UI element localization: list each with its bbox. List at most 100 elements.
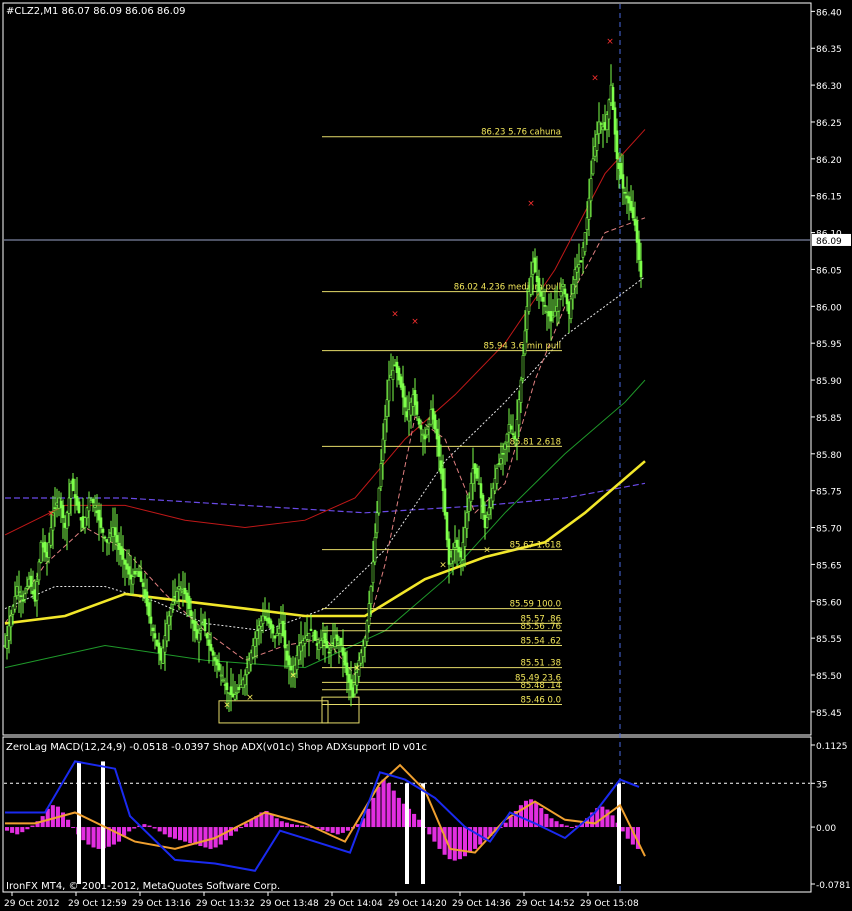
- price-bar-body: [67, 497, 71, 514]
- price-bar-body: [169, 608, 173, 617]
- price-bar-body: [103, 536, 107, 539]
- price-bar-body: [325, 640, 329, 649]
- price-bar-body: [183, 587, 187, 595]
- price-bar-body: [433, 414, 437, 430]
- price-bar-body: [21, 599, 25, 602]
- price-bar-body: [69, 482, 73, 499]
- price-bar-body: [637, 239, 641, 260]
- price-bar-body: [579, 260, 583, 263]
- price-bar-body: [255, 630, 259, 639]
- price-bar-body: [577, 264, 581, 269]
- price-bar-body: [529, 276, 533, 295]
- price-bar-body: [509, 425, 513, 430]
- price-bar-body: [499, 458, 503, 465]
- price-bar-body: [151, 627, 155, 632]
- price-bar-body: [161, 647, 165, 664]
- macd-tick-label: 0.00: [816, 824, 836, 834]
- price-bar-body: [195, 629, 199, 639]
- time-tick-label: 29 Oct 12:59: [68, 899, 127, 909]
- price-bar-body: [523, 330, 527, 355]
- price-bar-body: [445, 512, 449, 541]
- price-bar-body: [125, 563, 129, 570]
- low-zone-box: [218, 700, 329, 724]
- price-bar-body: [139, 571, 143, 582]
- price-bar-body: [137, 571, 141, 577]
- price-bar-body: [403, 397, 407, 408]
- price-bar-body: [107, 537, 111, 544]
- fib-level-label: 86.23 5.76 cahuna: [481, 128, 561, 138]
- price-bar-body: [73, 494, 77, 499]
- price-bar-body: [415, 401, 419, 415]
- price-bar-body: [455, 539, 459, 548]
- price-tick-label: 85.90: [816, 377, 842, 387]
- price-bar-body: [383, 419, 387, 441]
- price-bar-body: [271, 625, 275, 634]
- price-bar-body: [511, 433, 515, 435]
- price-bar-body: [153, 633, 157, 639]
- price-bar-body: [635, 220, 639, 243]
- copyright-footer: IronFX MT4, © 2001-2012, MetaQuotes Soft…: [6, 881, 280, 892]
- macd-histogram-bar: [284, 822, 289, 828]
- macd-histogram-bar: [5, 827, 10, 831]
- price-bar-body: [127, 566, 131, 575]
- price-bar-body: [221, 679, 225, 682]
- price-bar-body: [131, 576, 135, 585]
- price-bar-body: [313, 629, 317, 641]
- price-bar-body: [417, 418, 421, 425]
- macd-histogram-bar: [508, 816, 513, 828]
- price-bar-body: [501, 453, 505, 455]
- red-moving-average: [4, 129, 646, 536]
- macd-histogram-bar: [96, 827, 101, 849]
- price-bar-body: [223, 684, 227, 686]
- adx-signal-bar: [101, 761, 105, 884]
- macd-histogram-bar: [91, 827, 96, 848]
- price-bar-body: [559, 291, 563, 297]
- price-bar-body: [611, 87, 615, 110]
- time-tick-label: 29 Oct 14:36: [452, 899, 511, 909]
- price-bar-body: [81, 516, 85, 528]
- macd-histogram-bar: [142, 824, 147, 828]
- price-bar-body: [9, 615, 13, 628]
- red-x-marker: ×: [591, 74, 599, 84]
- macd-histogram-bar: [15, 827, 20, 835]
- price-bar-body: [209, 643, 213, 651]
- price-tick-label: 85.75: [816, 488, 842, 498]
- time-axis: 29 Oct 2012 29 Oct 12:59 29 Oct 13:16 29 Oc…: [4, 892, 639, 909]
- macd-histogram-bar: [86, 827, 91, 845]
- price-bar-body: [251, 645, 255, 658]
- macd-histogram-bar: [432, 827, 437, 842]
- macd-histogram-bar: [162, 827, 167, 835]
- price-bar-body: [117, 542, 121, 550]
- price-bar-body: [37, 561, 41, 581]
- price-bar-body: [375, 512, 379, 534]
- price-bar-body: [99, 517, 103, 528]
- price-bar-body: [203, 618, 207, 632]
- price-bar-body: [85, 507, 89, 519]
- price-bar-body: [353, 684, 357, 695]
- macd-histogram-bar: [473, 827, 478, 849]
- macd-histogram-bar: [300, 825, 305, 828]
- price-bar-body: [595, 133, 599, 151]
- price-bar-body: [517, 399, 521, 426]
- macd-tick-label: 0.1125: [816, 742, 848, 752]
- current-price-label: 86.09: [816, 237, 842, 247]
- price-bar-body: [401, 383, 405, 398]
- price-bar-body: [283, 630, 287, 649]
- yellow-x-marker: ×: [353, 664, 361, 674]
- yellow-x-marker: ×: [223, 701, 231, 711]
- macd-histogram-bar: [396, 797, 401, 828]
- price-tick-label: 85.65: [816, 561, 842, 571]
- price-bar-body: [177, 586, 181, 590]
- price-bar-body: [537, 277, 541, 292]
- price-bar-body: [539, 291, 543, 297]
- price-bar-body: [63, 522, 67, 528]
- macd-histogram-bar: [305, 826, 310, 828]
- price-bar-body: [241, 679, 245, 688]
- macd-histogram-bar: [295, 824, 300, 828]
- price-bar-body: [495, 468, 499, 484]
- price-bar-body: [379, 463, 383, 487]
- price-bar-body: [543, 305, 547, 307]
- macd-histogram-bar: [66, 819, 71, 828]
- price-bar-body: [65, 512, 69, 529]
- price-bar-body: [615, 130, 619, 160]
